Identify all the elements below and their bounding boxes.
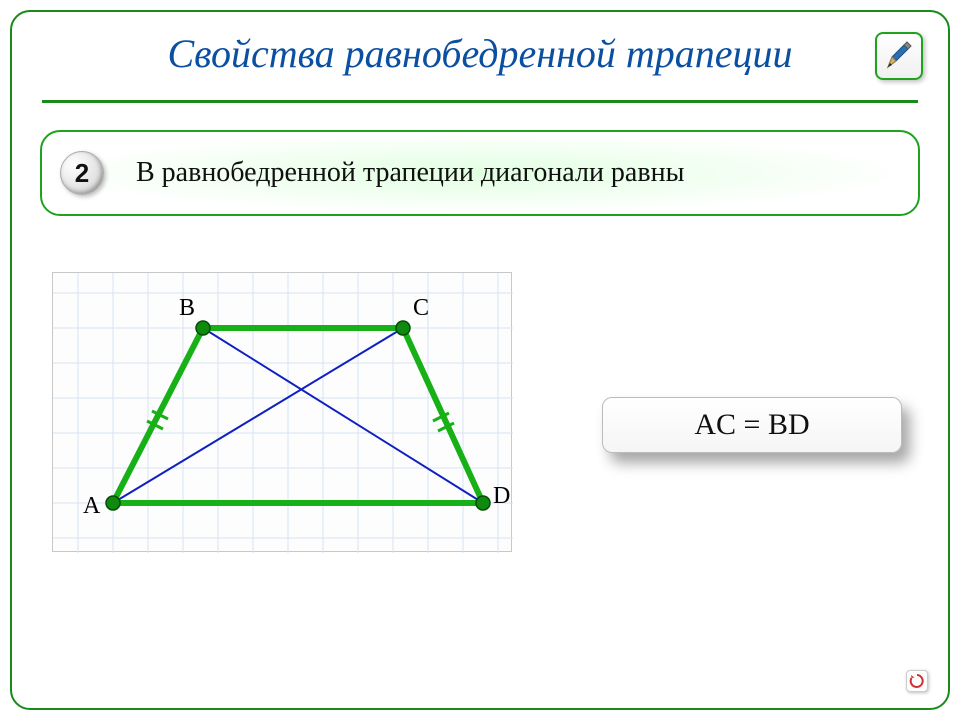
statement-number-badge: 2 bbox=[60, 151, 104, 195]
point-a bbox=[106, 496, 120, 510]
refresh-icon bbox=[909, 673, 925, 689]
equation-text: AC = BD bbox=[694, 408, 809, 442]
label-c: C bbox=[413, 295, 429, 321]
label-b: B bbox=[179, 295, 195, 321]
point-c bbox=[396, 321, 410, 335]
point-d bbox=[476, 496, 490, 510]
point-b bbox=[196, 321, 210, 335]
statement-text: В равнобедренной трапеции диагонали равн… bbox=[136, 157, 684, 189]
header-divider bbox=[42, 100, 918, 103]
pen-icon bbox=[882, 39, 916, 73]
statement-box: 2 В равнобедренной трапеции диагонали ра… bbox=[40, 130, 920, 216]
pen-button[interactable] bbox=[875, 32, 923, 80]
page-title: Свойства равнобедренной трапеции bbox=[42, 30, 918, 77]
label-d: D bbox=[493, 483, 510, 509]
slide-frame: Свойства равнобедренной трапеции 2 В рав… bbox=[10, 10, 950, 710]
refresh-button[interactable] bbox=[906, 670, 928, 692]
statement-number: 2 bbox=[75, 158, 89, 189]
equation-box: AC = BD bbox=[602, 397, 902, 453]
header: Свойства равнобедренной трапеции bbox=[42, 30, 918, 77]
label-a: A bbox=[83, 493, 101, 519]
trapezoid-diagram: A B C D bbox=[52, 272, 512, 552]
